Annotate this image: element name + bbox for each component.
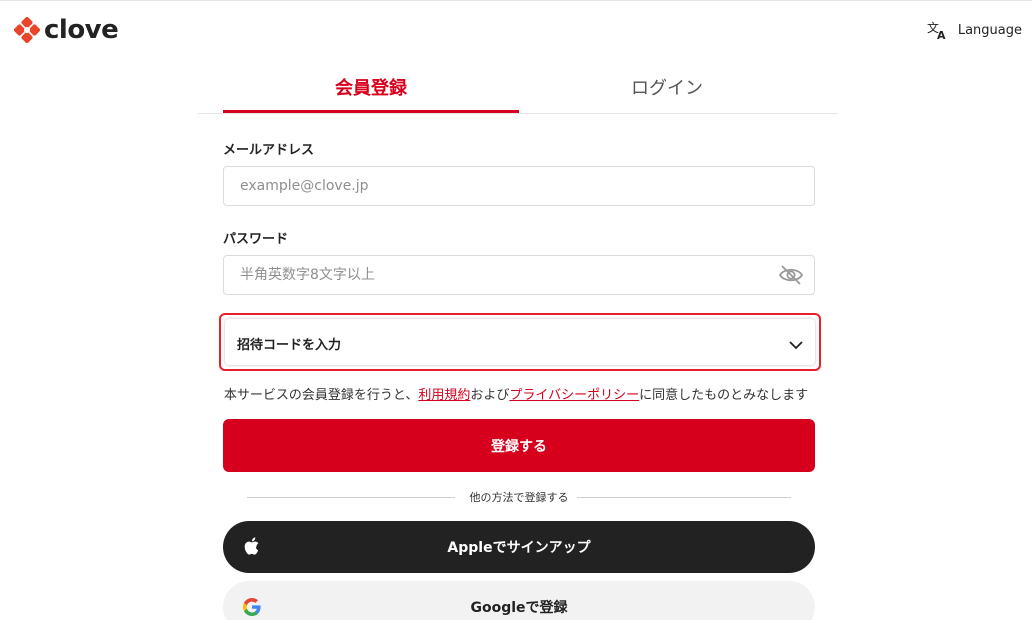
- apple-icon: [243, 536, 261, 560]
- apple-signup-label: Appleでサインアップ: [447, 540, 591, 556]
- logo-text: clove: [44, 15, 119, 45]
- clove-logo[interactable]: clove: [14, 15, 119, 45]
- translate-icon: 文 A: [927, 20, 946, 40]
- password-field[interactable]: [224, 256, 776, 294]
- google-signup-button[interactable]: Googleで登録: [223, 581, 815, 620]
- other-methods-divider: 他の方法で登録する: [247, 489, 791, 505]
- email-field[interactable]: [224, 167, 776, 205]
- invite-code-dropdown[interactable]: 招待コードを入力: [225, 319, 815, 365]
- chevron-down-icon: [789, 335, 803, 354]
- terms-middle: および: [470, 388, 510, 403]
- register-button-label: 登録する: [491, 438, 547, 455]
- terms-prefix: 本サービスの会員登録を行うと、: [223, 388, 419, 403]
- svg-text:A: A: [937, 29, 946, 40]
- apple-signup-button[interactable]: Appleでサインアップ: [223, 521, 815, 573]
- language-label: Language: [957, 22, 1022, 38]
- google-signup-label: Googleで登録: [470, 600, 568, 616]
- tab-login[interactable]: ログイン: [519, 73, 815, 113]
- password-field-container: [223, 255, 815, 295]
- registration-page: clove 文 A Language 会員登録 ログイン メールアドレス パスワ…: [0, 0, 1032, 620]
- terms-notice: 本サービスの会員登録を行うと、利用規約およびプライバシーポリシーに同意したものと…: [0, 384, 1032, 403]
- clove-logo-icon: [14, 17, 40, 43]
- tab-register[interactable]: 会員登録: [223, 73, 519, 113]
- divider-text: 他の方法で登録する: [469, 491, 569, 504]
- invite-code-label: 招待コードを入力: [237, 338, 342, 353]
- invite-code-highlight: 招待コードを入力: [219, 313, 821, 371]
- eye-off-icon: [778, 265, 804, 285]
- password-label: パスワード: [223, 232, 289, 247]
- email-field-container: [223, 166, 815, 206]
- email-label: メールアドレス: [223, 143, 315, 158]
- register-button[interactable]: 登録する: [223, 419, 815, 472]
- auth-tabs: 会員登録 ログイン: [198, 73, 838, 114]
- terms-link[interactable]: 利用規約: [418, 388, 470, 403]
- privacy-policy-link[interactable]: プライバシーポリシー: [509, 388, 639, 403]
- google-icon: [243, 598, 261, 620]
- language-button[interactable]: 文 A Language: [927, 20, 1022, 40]
- terms-suffix: に同意したものとみなします: [639, 388, 809, 403]
- password-visibility-toggle[interactable]: [778, 264, 804, 290]
